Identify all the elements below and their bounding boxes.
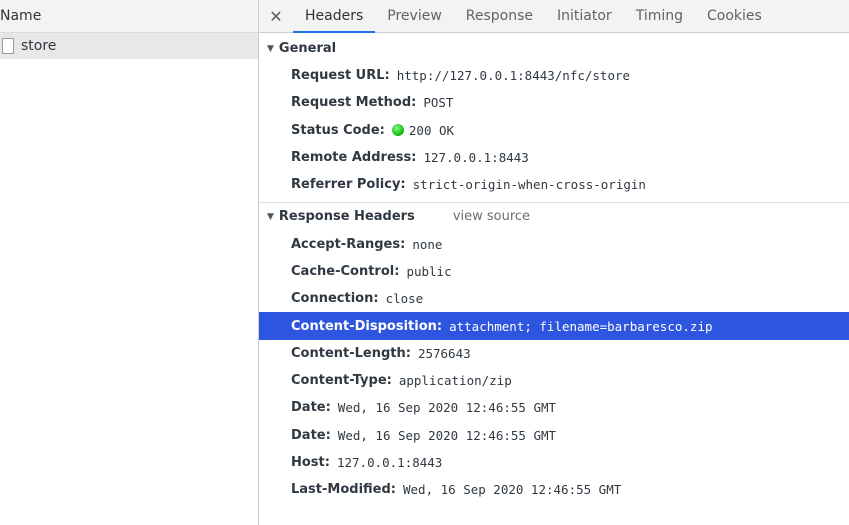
- tab-label: Timing: [635, 8, 684, 24]
- header-key: Remote Address:: [291, 150, 417, 166]
- header-key: Cache-Control:: [291, 263, 400, 279]
- header-key: Connection:: [291, 291, 379, 307]
- request-row-store[interactable]: store: [0, 33, 258, 59]
- section-title: General: [278, 41, 337, 56]
- header-value: Wed, 16 Sep 2020 12:46:55 GMT: [337, 427, 557, 443]
- header-key: Status Code:: [291, 122, 385, 138]
- name-column-header[interactable]: Name: [0, 0, 258, 33]
- header-value: 2576643: [417, 345, 471, 361]
- general-row-referrer-policy[interactable]: Referrer Policy: strict-origin-when-cros…: [259, 171, 849, 198]
- tab-label: Headers: [305, 8, 364, 24]
- header-value: Wed, 16 Sep 2020 12:46:55 GMT: [337, 400, 557, 416]
- general-section: ▼ General Request URL: http://127.0.0.1:…: [259, 33, 849, 198]
- header-value: 200 OK: [408, 122, 455, 138]
- tab-headers[interactable]: Headers: [293, 0, 376, 33]
- header-key: Host:: [291, 455, 330, 470]
- response-row-accept-ranges[interactable]: Accept-Ranges: none: [259, 230, 849, 257]
- general-row-request-url[interactable]: Request URL: http://127.0.0.1:8443/nfc/s…: [259, 62, 849, 89]
- header-value: attachment; filename=barbaresco.zip: [449, 318, 713, 334]
- general-row-request-method[interactable]: Request Method: POST: [259, 89, 849, 116]
- tab-label: Response: [465, 8, 534, 24]
- tab-label: Preview: [387, 8, 442, 24]
- header-value: public: [406, 263, 452, 279]
- header-value: POST: [423, 95, 454, 111]
- header-key: Content-Length:: [291, 345, 411, 361]
- request-details-pane: ✕ Headers Preview Response Initiator Tim…: [259, 0, 849, 525]
- header-key: Request Method:: [291, 95, 417, 111]
- header-key: Request URL:: [291, 68, 390, 84]
- close-icon[interactable]: ✕: [259, 0, 293, 32]
- details-tabbar: ✕ Headers Preview Response Initiator Tim…: [259, 0, 849, 33]
- response-row-cache-control[interactable]: Cache-Control: public: [259, 258, 849, 285]
- header-value: Wed, 16 Sep 2020 12:46:55 GMT: [403, 482, 622, 498]
- header-key: Content-Disposition:: [291, 318, 443, 334]
- header-key: Last-Modified:: [291, 482, 396, 498]
- response-row-date-2[interactable]: Date: Wed, 16 Sep 2020 12:46:55 GMT: [259, 422, 849, 449]
- triangle-down-icon: ▼: [267, 43, 274, 54]
- response-row-date[interactable]: Date: Wed, 16 Sep 2020 12:46:55 GMT: [259, 394, 849, 421]
- response-row-last-modified[interactable]: Last-Modified: Wed, 16 Sep 2020 12:46:55…: [259, 476, 849, 503]
- general-row-status-code[interactable]: Status Code: 200 OK: [259, 117, 849, 144]
- response-headers-section-header[interactable]: ▼ Response Headers view source: [259, 203, 849, 230]
- tab-preview[interactable]: Preview: [375, 0, 454, 32]
- section-title: Response Headers: [278, 209, 415, 225]
- response-headers-section: ▼ Response Headers view source Accept-Ra…: [259, 203, 849, 503]
- response-row-content-length[interactable]: Content-Length: 2576643: [259, 340, 849, 367]
- tab-response[interactable]: Response: [454, 0, 545, 32]
- tab-initiator[interactable]: Initiator: [545, 0, 624, 32]
- tab-label: Cookies: [707, 8, 762, 24]
- name-column-label: Name: [0, 8, 42, 24]
- header-value: close: [385, 291, 424, 307]
- response-row-content-disposition[interactable]: Content-Disposition: attachment; filenam…: [259, 312, 849, 340]
- triangle-down-icon: ▼: [267, 211, 274, 222]
- view-source-link[interactable]: view source: [453, 209, 530, 224]
- header-value: 127.0.0.1:8443: [423, 150, 529, 166]
- request-list-pane: Name store: [0, 0, 259, 525]
- response-row-host[interactable]: Host: 127.0.0.1:8443: [259, 449, 849, 476]
- tab-cookies[interactable]: Cookies: [695, 0, 774, 32]
- header-value: application/zip: [398, 373, 512, 389]
- header-value: 127.0.0.1:8443: [336, 455, 443, 470]
- header-key: Content-Type:: [291, 373, 392, 389]
- header-key: Accept-Ranges:: [291, 236, 406, 252]
- tab-timing[interactable]: Timing: [624, 0, 695, 32]
- header-key: Date:: [291, 400, 331, 416]
- response-row-connection[interactable]: Connection: close: [259, 285, 849, 312]
- header-key: Date:: [291, 427, 331, 443]
- header-value: strict-origin-when-cross-origin: [412, 177, 646, 193]
- general-row-remote-address[interactable]: Remote Address: 127.0.0.1:8443: [259, 144, 849, 171]
- request-name: store: [21, 38, 57, 54]
- response-row-content-type[interactable]: Content-Type: application/zip: [259, 367, 849, 394]
- general-section-header[interactable]: ▼ General: [259, 35, 849, 62]
- status-ok-icon: [391, 124, 404, 137]
- header-value: http://127.0.0.1:8443/nfc/store: [396, 68, 631, 84]
- tab-label: Initiator: [557, 8, 612, 24]
- header-key: Referrer Policy:: [291, 177, 406, 193]
- document-icon: [2, 38, 14, 54]
- header-value: none: [412, 236, 443, 252]
